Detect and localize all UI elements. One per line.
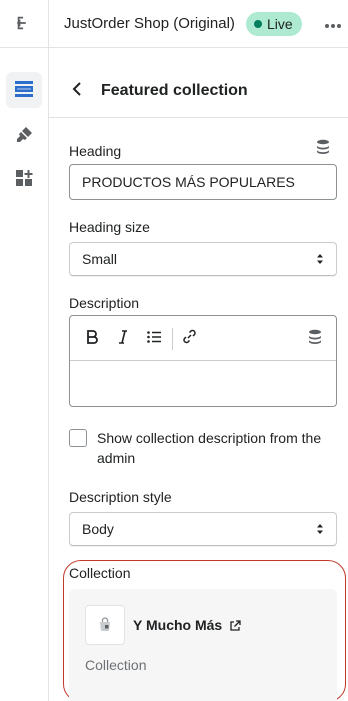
bulleted-list-icon — [147, 330, 161, 346]
bulleted-list-button[interactable] — [144, 328, 164, 348]
sections-icon — [14, 80, 34, 101]
heading-input[interactable]: PRODUCTOS MÁS POPULARES — [69, 164, 337, 200]
page-title: Featured collection — [101, 82, 248, 99]
heading-size-select[interactable]: Small — [69, 242, 337, 276]
description-style-value: Body — [82, 521, 114, 537]
link-button[interactable] — [179, 328, 199, 348]
left-rail — [0, 48, 49, 701]
shop-name: JustOrder Shop (Original) — [64, 15, 235, 32]
chevron-left-icon — [72, 81, 82, 99]
collection-image-icon — [97, 616, 113, 635]
collection-thumbnail — [85, 605, 125, 645]
dynamic-source-button[interactable] — [305, 328, 325, 348]
link-icon — [182, 329, 197, 347]
status-badge-label: Live — [267, 16, 293, 32]
settings-panel: Featured collection Heading PRODUCTOS MÁ… — [49, 48, 348, 701]
top-bar: JustOrder Shop (Original) Live — [0, 0, 348, 48]
description-text-area[interactable] — [70, 362, 336, 406]
apps-icon — [14, 168, 34, 191]
back-button[interactable] — [67, 80, 87, 100]
select-arrows-icon — [316, 523, 324, 535]
rail-item-apps[interactable] — [6, 161, 42, 197]
dynamic-source-button[interactable] — [315, 139, 331, 158]
toolbar-divider — [172, 328, 173, 350]
exit-editor-button[interactable] — [0, 0, 49, 48]
theme-settings-icon — [14, 125, 34, 148]
live-dot-icon — [254, 20, 262, 28]
heading-size-label: Heading size — [69, 219, 150, 235]
rail-item-sections[interactable] — [6, 72, 42, 108]
description-editor[interactable] — [69, 315, 337, 407]
show-description-label[interactable]: Show collection description from the adm… — [97, 428, 342, 468]
panel-header: Featured collection — [49, 48, 348, 118]
external-link-button[interactable] — [229, 619, 241, 631]
description-label: Description — [69, 295, 140, 311]
heading-label: Heading — [69, 143, 122, 159]
italic-button[interactable] — [113, 328, 133, 348]
collection-card[interactable]: Y Mucho Más Collection — [69, 589, 337, 701]
exit-icon — [15, 14, 33, 35]
bold-icon — [86, 329, 98, 347]
collection-label: Collection — [69, 565, 131, 581]
more-horizontal-icon — [324, 16, 342, 32]
collection-type: Collection — [85, 657, 147, 673]
description-style-label: Description style — [69, 489, 172, 505]
status-badge: Live — [246, 12, 302, 36]
rail-item-theme-settings[interactable] — [6, 118, 42, 154]
more-actions-button[interactable] — [320, 12, 346, 36]
description-style-select[interactable]: Body — [69, 512, 337, 546]
bold-button[interactable] — [82, 328, 102, 348]
database-icon — [316, 139, 330, 158]
show-description-checkbox[interactable] — [69, 429, 87, 447]
heading-size-value: Small — [82, 251, 118, 267]
external-link-icon — [229, 619, 241, 635]
italic-icon — [118, 329, 128, 347]
dynamic-source-icon — [308, 329, 322, 348]
collection-name: Y Mucho Más — [133, 617, 223, 633]
select-arrows-icon — [316, 253, 324, 265]
rich-text-toolbar — [70, 316, 336, 361]
